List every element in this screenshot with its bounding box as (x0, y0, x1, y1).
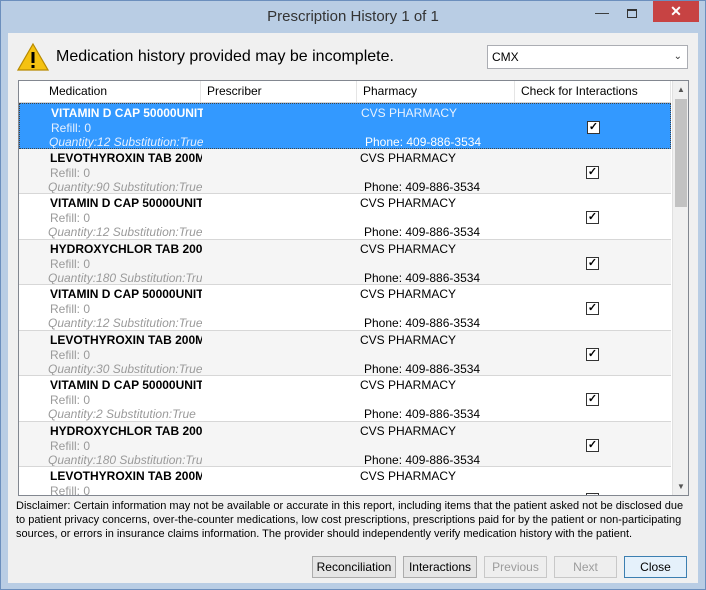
medication-quantity: Quantity:30 Substitution:True (48, 361, 202, 376)
table-row[interactable]: VITAMIN D CAP 50000UNIT Refill: 0 Quanti… (19, 376, 671, 422)
pharmacy-name: CVS PHARMACY (360, 378, 457, 392)
check-interactions-checkbox[interactable]: ✓ (586, 393, 599, 406)
medication-name: HYDROXYCHLOR TAB 200MG (50, 423, 202, 438)
pharmacy-name: CVS PHARMACY (361, 106, 458, 120)
medication-name: VITAMIN D CAP 50000UNIT (50, 287, 202, 301)
column-header-medication[interactable]: Medication (43, 81, 201, 102)
check-interactions-checkbox[interactable]: ✓ (586, 302, 599, 315)
scroll-down-arrow-icon[interactable]: ▼ (673, 478, 688, 495)
medication-refill: Refill: 0 (50, 165, 91, 180)
medication-refill: Refill: 0 (51, 121, 92, 135)
check-interactions-checkbox[interactable]: ✓ (586, 165, 599, 179)
medication-name: LEVOTHYROXIN TAB 200MCG (50, 469, 202, 483)
table-row[interactable]: LEVOTHYROXIN TAB 200MCG Refill: 0 Quanti… (19, 330, 671, 376)
prescription-history-window: Prescription History 1 of 1 — ✕ Medicati… (0, 0, 706, 590)
table-row[interactable]: VITAMIN D CAP 50000UNIT Refill: 0 Quanti… (19, 285, 671, 331)
pharmacy-name: CVS PHARMACY (360, 150, 457, 165)
medication-name: VITAMIN D CAP 50000UNIT (50, 378, 202, 392)
reconciliation-button[interactable]: Reconciliation (312, 556, 396, 578)
dialog-body: Medication history provided may be incom… (8, 33, 698, 583)
close-window-button[interactable]: ✕ (653, 1, 699, 22)
pharmacy-phone: Phone: 409-886-3534 (364, 179, 481, 194)
pharmacy-phone: Phone: 409-886-3534 (364, 361, 481, 376)
interactions-button[interactable]: Interactions (403, 556, 477, 578)
next-button[interactable]: Next (554, 556, 617, 578)
pharmacy-phone: Phone: 409-886-3534 (364, 452, 481, 467)
check-interactions-checkbox[interactable]: ✓ (587, 121, 600, 134)
maximize-icon (627, 9, 637, 18)
vertical-scrollbar[interactable]: ▲ ▼ (672, 81, 688, 495)
grid-header: Medication Prescriber Pharmacy Check for… (19, 81, 671, 103)
medication-quantity: Quantity:12 Substitution:True (49, 135, 203, 149)
medication-refill: Refill: 0 (50, 256, 91, 271)
table-row[interactable]: VITAMIN D CAP 50000UNIT Refill: 0 Quanti… (19, 103, 671, 149)
medication-grid: Medication Prescriber Pharmacy Check for… (18, 80, 689, 496)
check-interactions-checkbox[interactable]: ✓ (586, 347, 599, 361)
medication-quantity: Quantity:2 Substitution:True (48, 407, 196, 421)
table-row[interactable]: LEVOTHYROXIN TAB 200MCG Refill: 0 CVS PH… (19, 467, 671, 496)
scroll-up-arrow-icon[interactable]: ▲ (673, 81, 688, 98)
pharmacy-name: CVS PHARMACY (360, 287, 457, 301)
column-header-pharmacy[interactable]: Pharmacy (357, 81, 515, 102)
grid-rows: VITAMIN D CAP 50000UNIT Refill: 0 Quanti… (19, 103, 671, 496)
pharmacy-name: CVS PHARMACY (360, 241, 457, 256)
medication-quantity: Quantity:12 Substitution:True (48, 225, 202, 239)
pharmacy-name: CVS PHARMACY (360, 469, 457, 483)
table-row[interactable]: HYDROXYCHLOR TAB 200MG Refill: 0 Quantit… (19, 239, 671, 285)
previous-button[interactable]: Previous (484, 556, 547, 578)
incomplete-warning-text: Medication history provided may be incom… (56, 48, 394, 65)
medication-name: LEVOTHYROXIN TAB 200MCG (50, 150, 202, 165)
medication-name: HYDROXYCHLOR TAB 200MG (50, 241, 202, 256)
scrollbar-thumb[interactable] (675, 99, 687, 207)
column-header-prescriber[interactable]: Prescriber (201, 81, 357, 102)
check-interactions-checkbox[interactable]: ✓ (586, 211, 599, 224)
column-header-check-interactions[interactable]: Check for Interactions (515, 81, 671, 102)
medication-quantity: Quantity:180 Substitution:True (48, 452, 202, 467)
check-interactions-checkbox[interactable]: ✓ (586, 493, 599, 495)
medication-quantity: Quantity:12 Substitution:True (48, 316, 202, 330)
title-bar: Prescription History 1 of 1 — ✕ (1, 1, 705, 33)
pharmacy-name: CVS PHARMACY (360, 196, 457, 210)
check-interactions-checkbox[interactable]: ✓ (586, 438, 599, 452)
table-row[interactable]: VITAMIN D CAP 50000UNIT Refill: 0 Quanti… (19, 194, 671, 240)
medication-refill: Refill: 0 (50, 438, 91, 453)
medication-refill: Refill: 0 (50, 347, 91, 362)
minimize-button[interactable]: — (589, 4, 615, 24)
pharmacy-phone: Phone: 409-886-3534 (364, 270, 481, 285)
source-select-value: CMX (492, 50, 519, 64)
medication-quantity: Quantity:90 Substitution:True (48, 179, 202, 194)
source-select[interactable]: CMX ⌄ (487, 45, 688, 69)
medication-refill: Refill: 0 (50, 211, 91, 225)
pharmacy-phone: Phone: 409-886-3534 (364, 407, 481, 421)
pharmacy-name: CVS PHARMACY (360, 332, 457, 347)
pharmacy-phone: Phone: 409-886-3534 (365, 135, 482, 149)
medication-quantity: Quantity:180 Substitution:True (48, 270, 202, 285)
warning-icon (17, 42, 49, 71)
disclaimer-text: Disclaimer: Certain information may not … (16, 500, 684, 540)
close-button[interactable]: Close (624, 556, 687, 578)
medication-refill: Refill: 0 (50, 393, 91, 407)
pharmacy-phone: Phone: 409-886-3534 (364, 316, 481, 330)
maximize-button[interactable] (619, 4, 645, 24)
medication-refill: Refill: 0 (50, 484, 91, 496)
check-interactions-checkbox[interactable]: ✓ (586, 256, 599, 270)
medication-refill: Refill: 0 (50, 302, 91, 316)
table-row[interactable]: HYDROXYCHLOR TAB 200MG Refill: 0 Quantit… (19, 421, 671, 467)
medication-name: VITAMIN D CAP 50000UNIT (51, 106, 203, 120)
pharmacy-phone: Phone: 409-886-3534 (364, 225, 481, 239)
pharmacy-name: CVS PHARMACY (360, 423, 457, 438)
medication-name: LEVOTHYROXIN TAB 200MCG (50, 332, 202, 347)
table-row[interactable]: LEVOTHYROXIN TAB 200MCG Refill: 0 Quanti… (19, 148, 671, 194)
chevron-down-icon: ⌄ (673, 51, 682, 62)
medication-name: VITAMIN D CAP 50000UNIT (50, 196, 202, 210)
